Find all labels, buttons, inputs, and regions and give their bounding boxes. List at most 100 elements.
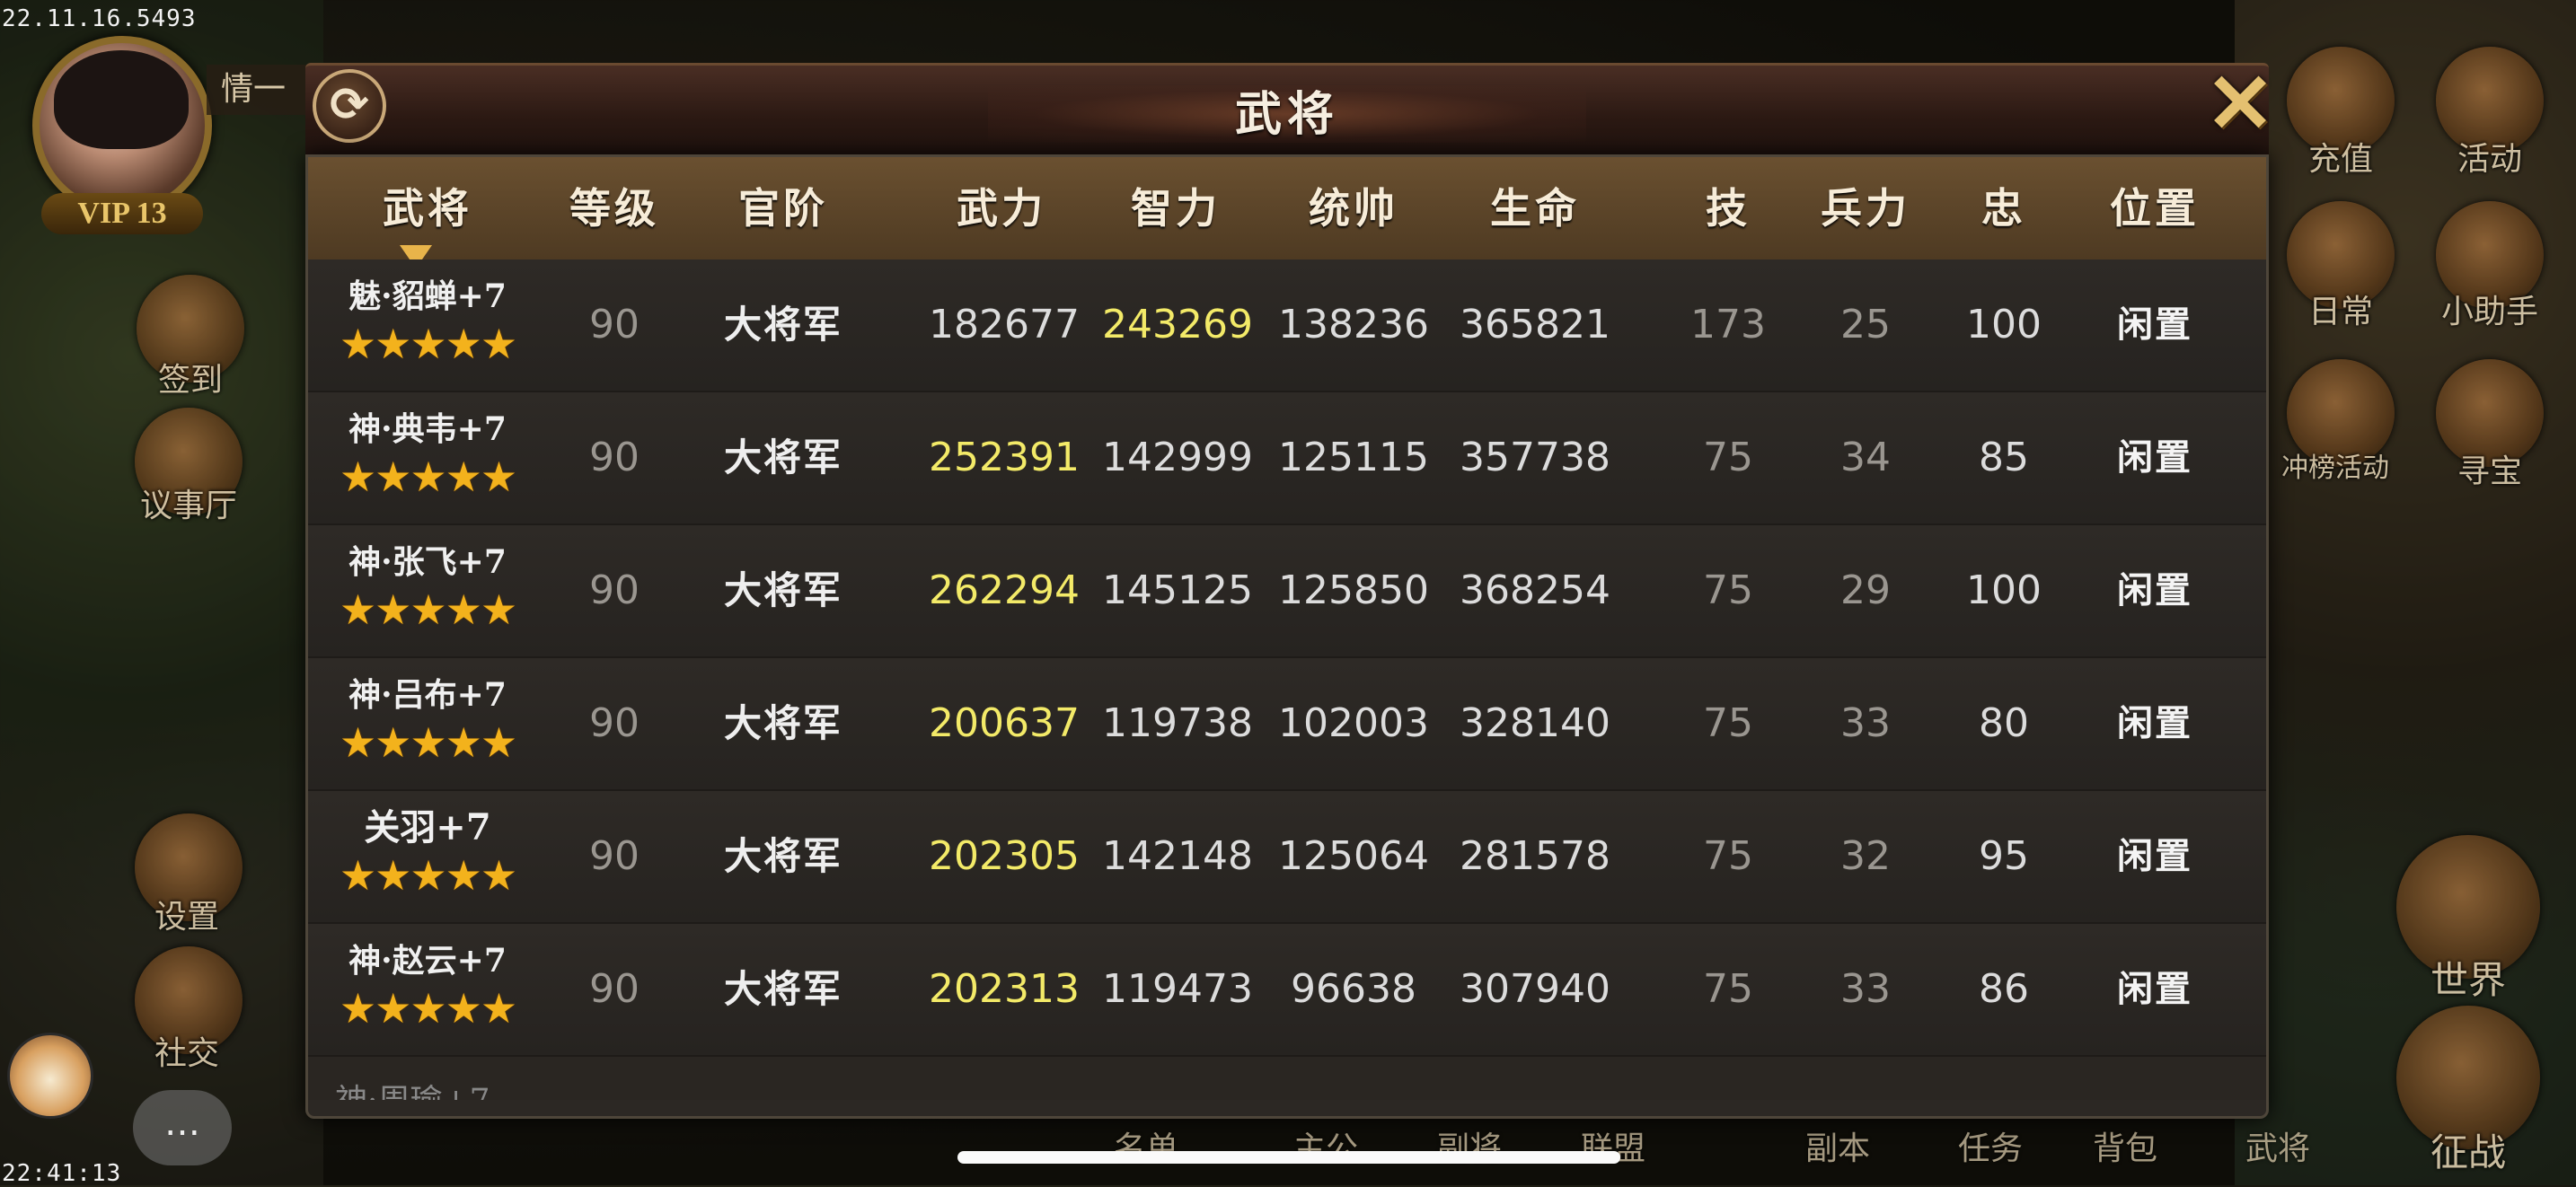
force-value: 202305	[929, 833, 1080, 879]
position-value: 闲置	[2117, 702, 2192, 744]
position-value: 闲置	[2117, 569, 2192, 611]
vip-badge[interactable]: VIP 13	[41, 193, 203, 234]
general-name: 神·赵云+7	[348, 942, 507, 980]
general-name: 神·张飞+7	[348, 543, 507, 581]
troops-value: 34	[1840, 435, 1891, 480]
hp-value: 328140	[1460, 700, 1610, 746]
dialog-title: 武将	[1234, 87, 1339, 142]
nav-item-dungeon[interactable]: 副本	[1805, 1122, 1870, 1169]
column-header-intellect[interactable]: 智力	[1086, 157, 1266, 259]
skill-value: 173	[1690, 302, 1766, 347]
rank-value: 大将军	[723, 967, 842, 1011]
table-row[interactable]: 神·赵云+7 ★★★★★ 90 大将军 202313 119473 96638 …	[308, 924, 2266, 1057]
rank-value: 大将军	[723, 834, 842, 878]
timestamp-bottom: 22:41:13	[2, 1160, 122, 1187]
side-label-social[interactable]: 社交	[106, 1027, 268, 1074]
nav-item-bag[interactable]: 背包	[2093, 1122, 2157, 1169]
column-header-skill[interactable]: 技	[1673, 157, 1783, 259]
hp-value: 357738	[1460, 435, 1610, 480]
skill-value: 75	[1703, 966, 1753, 1012]
general-cell: 神·典韦+7 ★★★★★	[326, 405, 529, 513]
level-value: 90	[589, 966, 640, 1012]
nav-item-tasks[interactable]: 任务	[1958, 1122, 2023, 1169]
star-rating-icon: ★★★★★	[339, 851, 517, 900]
troops-value: 29	[1840, 567, 1891, 613]
skill-value: 75	[1703, 700, 1753, 746]
star-rating-icon: ★★★★★	[339, 453, 517, 501]
rank-value: 大将军	[723, 303, 842, 347]
level-value: 90	[589, 700, 640, 746]
column-header-position[interactable]: 位置	[2067, 157, 2243, 259]
general-name: 关羽+7	[364, 806, 491, 848]
side-label-settings[interactable]: 设置	[106, 891, 268, 937]
side-label-events[interactable]: 活动	[2409, 133, 2571, 180]
side-label-daily[interactable]: 日常	[2260, 286, 2422, 332]
command-value: 96638	[1291, 966, 1416, 1012]
loyalty-value: 100	[1966, 567, 2042, 613]
intellect-value: 119738	[1102, 700, 1253, 746]
side-label-assistant[interactable]: 小助手	[2409, 286, 2571, 332]
column-header-troops[interactable]: 兵力	[1795, 157, 1936, 259]
column-header-general[interactable]: 武将	[326, 157, 529, 259]
column-header-force[interactable]: 武力	[921, 157, 1082, 259]
position-value: 闲置	[2117, 436, 2192, 479]
table-rows: 魅·貂蝉+7 ★★★★★ 90 大将军 182677 243269 138236…	[308, 259, 2266, 1100]
loyalty-value: 100	[1966, 302, 2042, 347]
side-label-recharge[interactable]: 充值	[2260, 133, 2422, 180]
column-header-hp[interactable]: 生命	[1447, 157, 1623, 259]
column-header-level[interactable]: 等级	[538, 157, 691, 259]
refresh-icon: ⟳	[330, 78, 369, 132]
refresh-button[interactable]: ⟳	[313, 69, 386, 143]
star-rating-icon: ★★★★★	[339, 984, 517, 1033]
command-value: 125115	[1278, 435, 1429, 480]
table-row[interactable]: 神·吕布+7 ★★★★★ 90 大将军 200637 119738 102003…	[308, 658, 2266, 791]
table-row[interactable]: 神·典韦+7 ★★★★★ 90 大将军 252391 142999 125115…	[308, 392, 2266, 525]
loyalty-value: 86	[1979, 966, 2029, 1012]
side-label-treasure-hunt[interactable]: 寻宝	[2409, 445, 2571, 492]
intellect-value: 142999	[1102, 435, 1253, 480]
hp-value: 281578	[1460, 833, 1610, 879]
loyalty-value: 85	[1979, 435, 2029, 480]
command-value: 102003	[1278, 700, 1429, 746]
force-value: 200637	[929, 700, 1080, 746]
troops-value: 25	[1840, 302, 1891, 347]
chat-bubble-icon[interactable]: …	[133, 1090, 232, 1165]
table-row[interactable]: 神·张飞+7 ★★★★★ 90 大将军 262294 145125 125850…	[308, 525, 2266, 658]
nav-item-generals[interactable]: 武将	[2245, 1122, 2310, 1169]
side-label-ranking-event[interactable]: 冲榜活动	[2254, 445, 2416, 485]
hp-value: 365821	[1460, 302, 1610, 347]
command-value: 138236	[1278, 302, 1429, 347]
general-cell: 关羽+7 ★★★★★	[326, 804, 529, 911]
cat-avatar-icon[interactable]	[7, 1033, 93, 1119]
skill-value: 75	[1703, 435, 1753, 480]
star-rating-icon: ★★★★★	[339, 718, 517, 767]
side-label-world[interactable]: 世界	[2387, 950, 2549, 1005]
loyalty-value: 80	[1979, 700, 2029, 746]
generals-table: 武将 等级 官阶 武力 智力 统帅 生命 技 兵力 忠 位置 魅·貂蝉+7 ★★…	[305, 154, 2269, 1119]
intellect-value: 119473	[1102, 966, 1253, 1012]
star-rating-icon: ★★★★★	[339, 320, 517, 368]
close-button[interactable]: ✕	[2197, 62, 2283, 148]
level-value: 90	[589, 833, 640, 879]
general-cell: 魅·貂蝉+7 ★★★★★	[326, 272, 529, 380]
position-value: 闲置	[2117, 968, 2192, 1010]
side-label-sign-in[interactable]: 签到	[110, 354, 271, 400]
level-value: 90	[589, 435, 640, 480]
general-cell: 神·吕布+7 ★★★★★	[326, 671, 529, 778]
skill-value: 75	[1703, 567, 1753, 613]
intellect-value: 145125	[1102, 567, 1253, 613]
column-header-command[interactable]: 统帅	[1266, 157, 1442, 259]
force-value: 262294	[929, 567, 1080, 613]
player-avatar[interactable]	[32, 36, 212, 215]
table-row[interactable]: 关羽+7 ★★★★★ 90 大将军 202305 142148 125064 2…	[308, 791, 2266, 924]
side-label-council[interactable]: 议事厅	[108, 479, 269, 526]
table-row-partial[interactable]: 神·周瑜+7	[308, 1057, 2266, 1100]
force-value: 182677	[929, 302, 1080, 347]
table-row[interactable]: 魅·貂蝉+7 ★★★★★ 90 大将军 182677 243269 138236…	[308, 259, 2266, 392]
command-value: 125064	[1278, 833, 1429, 879]
column-header-rank[interactable]: 官阶	[691, 157, 876, 259]
home-indicator[interactable]	[957, 1151, 1620, 1164]
force-value: 252391	[929, 435, 1080, 480]
column-header-loyalty[interactable]: 忠	[1945, 157, 2063, 259]
level-value: 90	[589, 302, 640, 347]
